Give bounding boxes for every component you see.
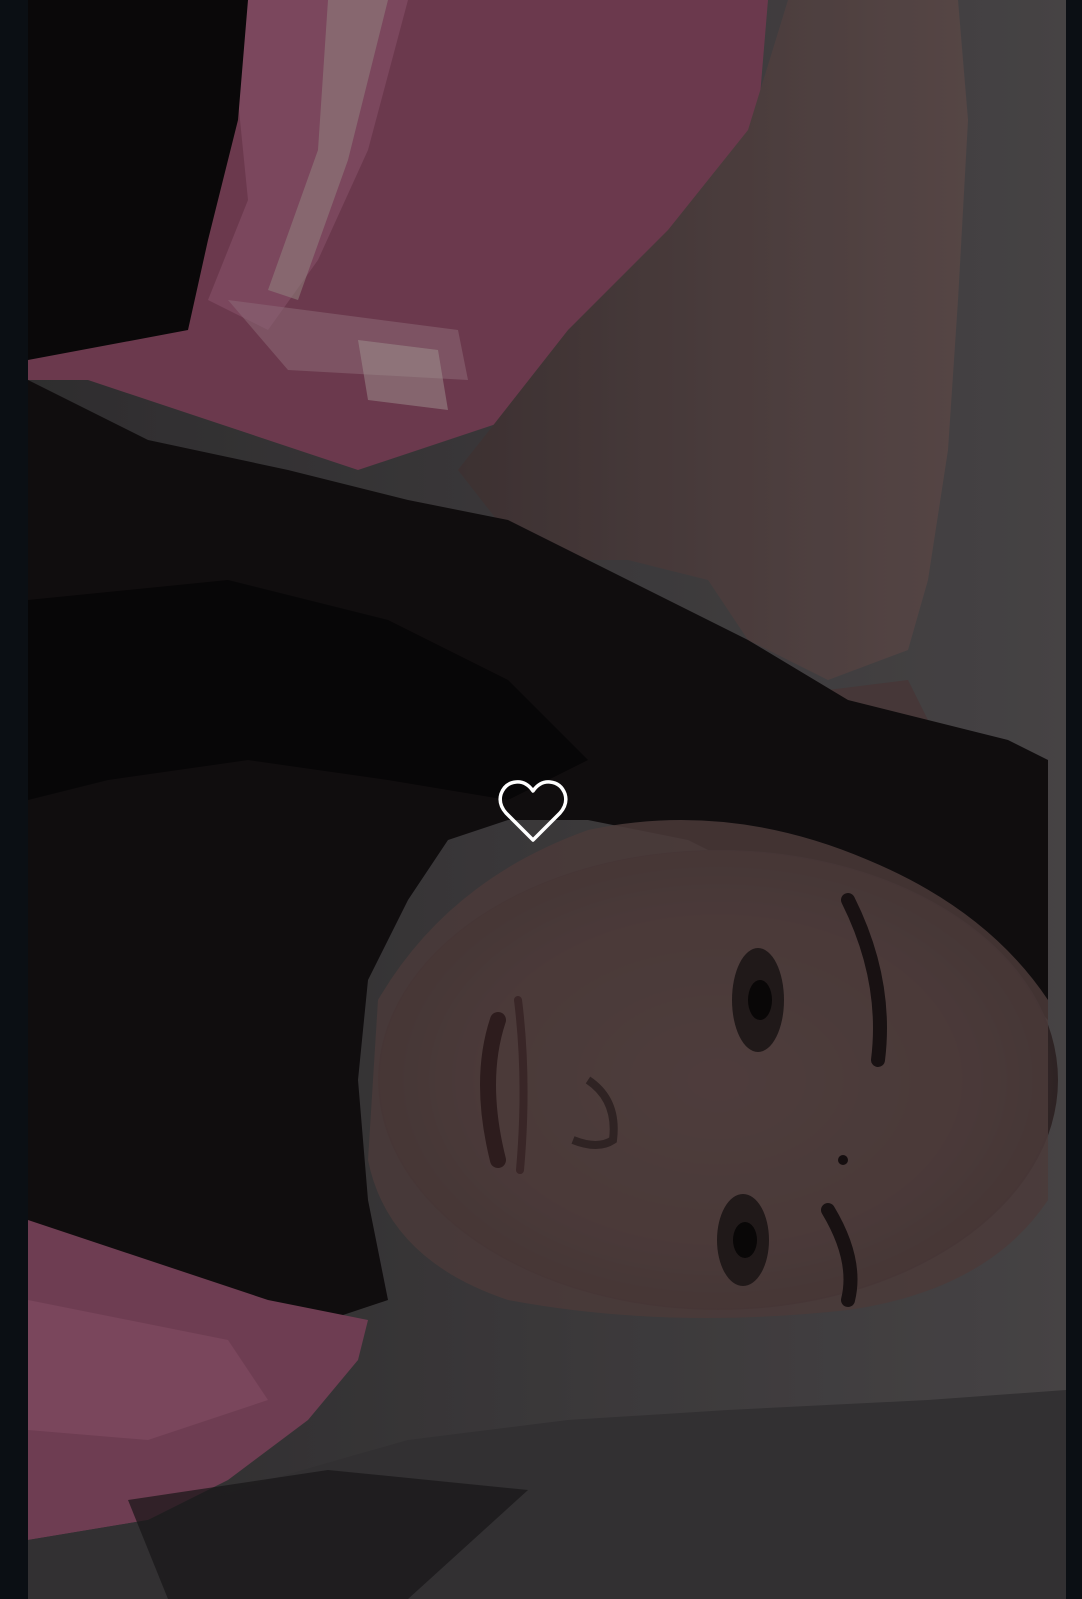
left-border: [0, 0, 28, 1599]
story-viewer: [0, 0, 1082, 1599]
like-button[interactable]: [496, 776, 570, 848]
right-border: [1066, 0, 1082, 1599]
heart-outline-icon: [496, 776, 570, 848]
